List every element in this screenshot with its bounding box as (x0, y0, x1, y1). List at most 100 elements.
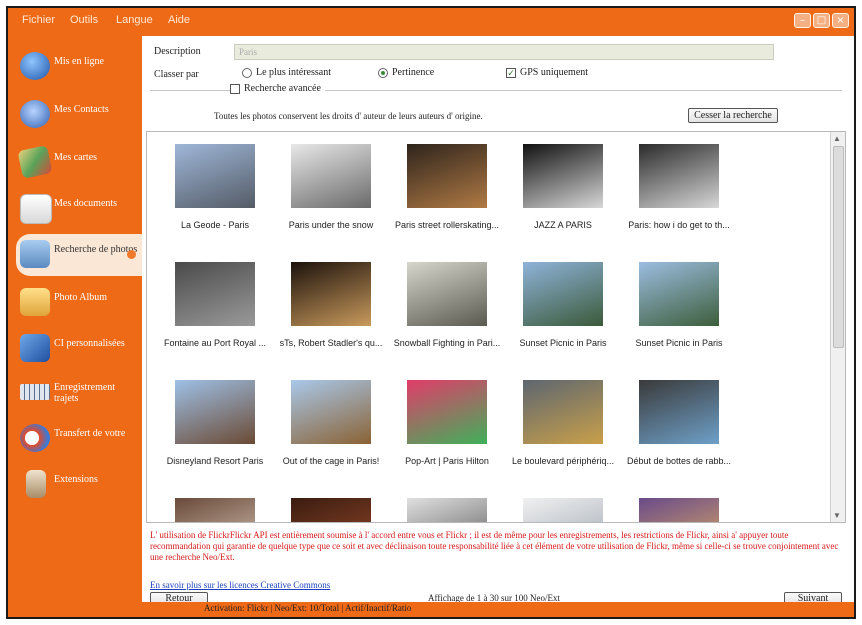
photo-thumbnail[interactable] (523, 498, 603, 522)
photo-thumbnail[interactable] (175, 144, 255, 208)
photo-thumbnail[interactable] (175, 262, 255, 326)
folder-icon (20, 288, 50, 316)
description-input[interactable]: Paris (234, 44, 774, 60)
photo-thumbnail[interactable] (407, 262, 487, 326)
license-notice: Toutes les photos conservent les droits … (214, 111, 483, 121)
photo-tile[interactable] (621, 490, 737, 522)
sidebar-item-transfert[interactable]: Transfert de votre (16, 418, 140, 460)
photo-tile[interactable] (273, 490, 389, 522)
creative-commons-link[interactable]: En savoir plus sur les licences Creative… (150, 580, 330, 590)
photo-tile[interactable]: Paris under the snow (273, 136, 389, 246)
photo-caption: Pop-Art | Paris Hilton (405, 456, 489, 466)
photo-tile[interactable]: Paris: how i do get to th... (621, 136, 737, 246)
sidebar-item-label: Transfert de votre (54, 428, 126, 439)
photo-thumbnail[interactable] (291, 144, 371, 208)
photo-caption: Snowball Fighting in Pari... (393, 338, 501, 348)
sidebar-item-extensions[interactable]: Extensions (16, 464, 140, 506)
radio-icon (378, 67, 388, 78)
photo-thumbnail[interactable] (639, 498, 719, 522)
photo-tile[interactable]: Disneyland Resort Paris (157, 372, 273, 482)
status-bar: Activation: Flickr | Neo/Ext: 10/Total |… (8, 602, 854, 617)
stop-search-button[interactable]: Cesser la recherche (688, 108, 778, 123)
photo-caption: La Geode - Paris (180, 220, 250, 230)
photo-tile[interactable]: Début de bottes de rabb... (621, 372, 737, 482)
photo-thumbnail[interactable] (407, 380, 487, 444)
menu-aide[interactable]: Aide (168, 14, 190, 26)
photo-tile[interactable]: Sunset Picnic in Paris (621, 254, 737, 364)
photo-tile[interactable] (157, 490, 273, 522)
radio-icon (242, 67, 252, 78)
photo-thumbnail[interactable] (407, 144, 487, 208)
menu-langue[interactable]: Langue (116, 14, 153, 26)
advanced-search-checkbox[interactable]: Recherche avancée (230, 83, 325, 94)
checkmark-icon: ✓ (506, 67, 516, 78)
photo-caption: Paris under the snow (288, 220, 374, 230)
menu-fichier[interactable]: Fichier (22, 14, 55, 26)
photo-caption: Sunset Picnic in Paris (519, 338, 607, 348)
sidebar-item-label: Recherche de photos (54, 244, 138, 255)
photo-thumbnail[interactable] (639, 144, 719, 208)
sort-option-relevance[interactable]: Pertinence (378, 67, 434, 78)
photo-tile[interactable]: Snowball Fighting in Pari... (389, 254, 505, 364)
photo-tile[interactable] (505, 490, 621, 522)
photo-caption: Paris: how i do get to th... (628, 220, 730, 230)
map-icon (17, 145, 53, 179)
photo-tile[interactable]: Sunset Picnic in Paris (505, 254, 621, 364)
photo-tile[interactable]: Fontaine au Port Royal ... (157, 254, 273, 364)
contacts-icon (20, 100, 50, 128)
app-window: Fichier Outils Langue Aide – □ × Mis en … (6, 6, 856, 619)
photo-tile[interactable]: Out of the cage in Paris! (273, 372, 389, 482)
photo-thumbnail[interactable] (291, 498, 371, 522)
close-button[interactable]: × (832, 13, 849, 28)
sidebar-item-contacts[interactable]: Mes Contacts (16, 94, 140, 136)
transfer-icon (20, 424, 50, 452)
minimize-button[interactable]: – (794, 13, 811, 28)
photo-tile[interactable]: Le boulevard périphériq... (505, 372, 621, 482)
photo-thumbnail[interactable] (639, 380, 719, 444)
photo-tile[interactable]: Paris street rollerskating... (389, 136, 505, 246)
gps-label: GPS uniquement (520, 67, 589, 78)
sidebar-item-enregistrement[interactable]: Enregistrement trajets (16, 372, 140, 414)
sort-option-label: Le plus intéressant (256, 67, 331, 78)
sort-option-interesting[interactable]: Le plus intéressant (242, 67, 331, 78)
scroll-up-icon[interactable]: ▲ (833, 134, 841, 143)
photo-thumbnail[interactable] (523, 144, 603, 208)
sidebar-item-label: Mis en ligne (54, 56, 104, 67)
menu-outils[interactable]: Outils (70, 14, 98, 26)
photo-thumbnail[interactable] (639, 262, 719, 326)
sidebar-item-recherche-photos[interactable]: Recherche de photos (16, 234, 142, 276)
title-bar: Fichier Outils Langue Aide – □ × (8, 8, 854, 36)
advanced-search-label: Recherche avancée (244, 83, 321, 94)
vertical-scrollbar[interactable]: ▲ ▼ (830, 132, 845, 522)
photo-thumbnail[interactable] (291, 380, 371, 444)
photo-thumbnail[interactable] (175, 380, 255, 444)
gps-checkbox[interactable]: ✓ GPS uniquement (506, 67, 588, 78)
sidebar-item-label: CI personnalisées (54, 338, 125, 349)
photo-caption: Out of the cage in Paris! (282, 456, 380, 466)
maximize-button[interactable]: □ (813, 13, 830, 28)
photo-results-grid: La Geode - Paris Paris under the snow Pari… (146, 131, 846, 523)
photo-search-icon (20, 240, 50, 268)
photo-tile[interactable] (389, 490, 505, 522)
photo-caption: sTs, Robert Stadler's qu... (279, 338, 383, 348)
sidebar-item-mis-en-ligne[interactable]: Mis en ligne (16, 46, 140, 88)
photo-thumbnail[interactable] (291, 262, 371, 326)
photo-thumbnail[interactable] (523, 380, 603, 444)
photo-caption: Disneyland Resort Paris (166, 456, 264, 466)
sidebar-item-cartes[interactable]: Mes cartes (16, 142, 140, 184)
photo-tile[interactable]: sTs, Robert Stadler's qu... (273, 254, 389, 364)
sidebar-item-documents[interactable]: Mes documents (16, 188, 140, 230)
photo-caption: Le boulevard périphériq... (511, 456, 615, 466)
scroll-down-icon[interactable]: ▼ (833, 511, 841, 520)
photo-thumbnail[interactable] (523, 262, 603, 326)
sidebar-item-ci-personnalisees[interactable]: CI personnalisées (16, 328, 140, 370)
photo-tile[interactable]: JAZZ A PARIS (505, 136, 621, 246)
photo-tile[interactable]: Pop-Art | Paris Hilton (389, 372, 505, 482)
sidebar-item-label: Mes documents (54, 198, 118, 209)
sidebar-item-photo-album[interactable]: Photo Album (16, 282, 140, 324)
photo-tile[interactable]: La Geode - Paris (157, 136, 273, 246)
scrollbar-thumb[interactable] (833, 146, 844, 348)
photo-thumbnail[interactable] (175, 498, 255, 522)
photo-thumbnail[interactable] (407, 498, 487, 522)
photo-caption: Sunset Picnic in Paris (635, 338, 723, 348)
